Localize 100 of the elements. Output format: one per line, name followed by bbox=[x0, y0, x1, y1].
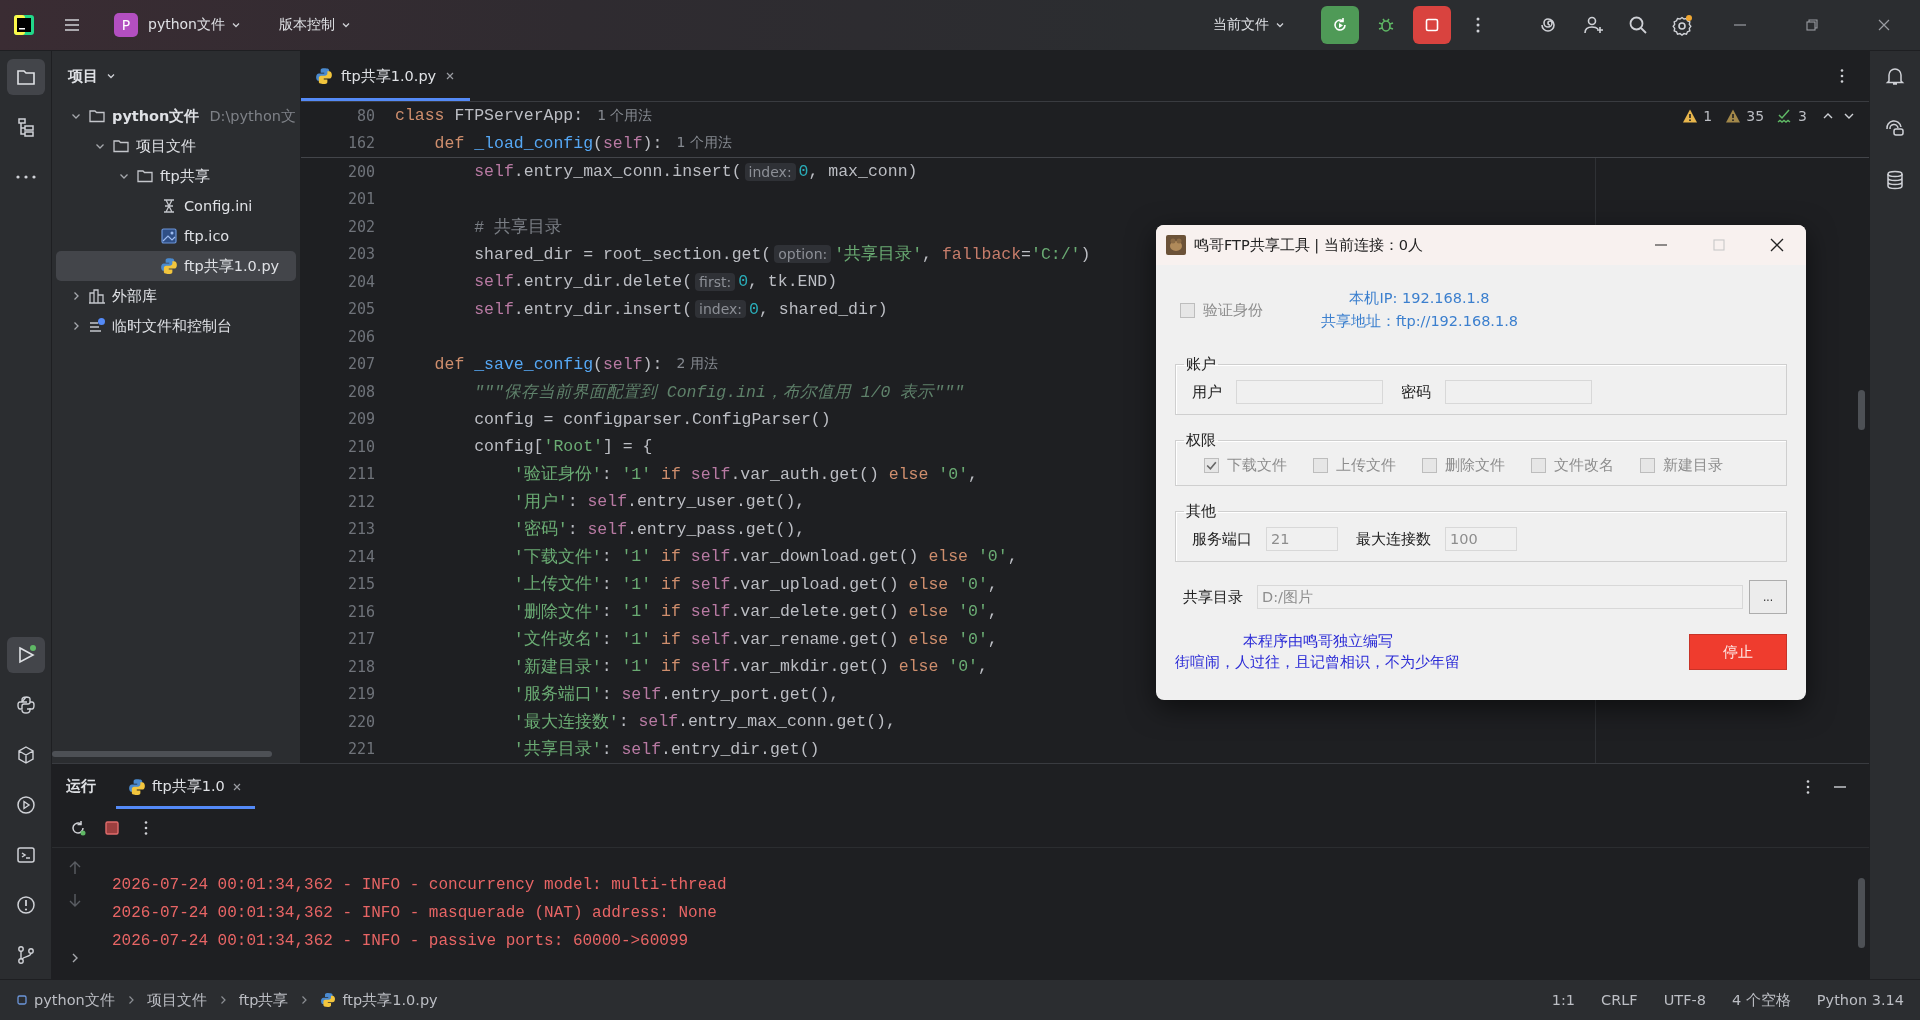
code-line: config = configparser.ConfigParser() bbox=[473, 409, 831, 429]
line-number: 162 bbox=[346, 134, 376, 153]
terminal-icon bbox=[14, 844, 37, 866]
line-number: 202 bbox=[346, 217, 376, 236]
project-switcher[interactable]: P python文件 bbox=[106, 9, 249, 41]
settings-icon[interactable] bbox=[1671, 14, 1693, 36]
code-line: self.entry_max_conn.insert( index: 0, max_conn) bbox=[473, 162, 918, 182]
credit-text: 街喧闹，人过往，且记曾相识，不为少年留 bbox=[1175, 653, 1460, 672]
stop-button[interactable] bbox=[1413, 6, 1451, 44]
tree-item[interactable]: Config.ini bbox=[56, 191, 296, 221]
status-item[interactable]: 4 个空格 bbox=[1732, 990, 1791, 1010]
search-icon[interactable] bbox=[1627, 14, 1649, 36]
module-icon bbox=[16, 994, 28, 1006]
breadcrumb-item[interactable]: ftp共享 bbox=[238, 990, 289, 1010]
python-icon bbox=[160, 257, 178, 275]
checkbox[interactable] bbox=[1640, 458, 1655, 473]
code-line: config['Root'] = { bbox=[473, 437, 653, 457]
tree-item[interactable]: 临时文件和控制台 bbox=[56, 311, 296, 341]
play-circle-icon bbox=[14, 794, 37, 816]
code-line: '密码': self.entry_pass.get(), bbox=[512, 518, 806, 541]
tree-item[interactable]: ftp.ico bbox=[56, 221, 296, 251]
group-title: 其他 bbox=[1185, 502, 1217, 521]
line-number: 214 bbox=[346, 547, 376, 566]
credit-text: 本程序由鸣哥独立编写 bbox=[1242, 632, 1393, 651]
status-item[interactable]: UTF-8 bbox=[1663, 992, 1706, 1008]
line-number: 212 bbox=[346, 492, 376, 511]
bell-icon[interactable] bbox=[1884, 65, 1906, 87]
code-line: '删除文件': '1' if self.var_delete.get() else '0', bbox=[512, 601, 998, 623]
code-line: shared_dir = root_section.get( option: '共享目录', fallback='C:/') bbox=[473, 243, 1091, 266]
line-number: 211 bbox=[346, 465, 376, 484]
breadcrumb-item[interactable]: 项目文件 bbox=[146, 990, 207, 1010]
field-label: 最大连接数 bbox=[1356, 529, 1431, 549]
database-icon[interactable] bbox=[1884, 169, 1906, 191]
vcs-menu[interactable]: 版本控制 bbox=[271, 12, 359, 38]
arrow-down-icon[interactable] bbox=[67, 892, 83, 908]
app-logo[interactable] bbox=[14, 15, 34, 35]
tree-item[interactable]: ftp共享 bbox=[56, 161, 296, 191]
run-config-dropdown[interactable]: 当前文件 bbox=[1205, 12, 1293, 38]
stop-icon[interactable] bbox=[103, 819, 121, 837]
tree-item[interactable]: python文件 D:\python文 bbox=[56, 101, 296, 131]
project-tool-button[interactable] bbox=[6, 59, 45, 95]
code-line: '用户': self.entry_user.get(), bbox=[512, 491, 806, 513]
status-item[interactable]: 1:1 bbox=[1551, 992, 1576, 1008]
code-line: self.entry_dir.delete( first: 0, tk.END) bbox=[473, 272, 838, 292]
checkbox[interactable] bbox=[1531, 458, 1546, 473]
python-icon bbox=[320, 992, 337, 1008]
status-item[interactable]: CRLF bbox=[1601, 992, 1638, 1008]
status-item[interactable]: Python 3.14 bbox=[1816, 992, 1904, 1008]
line-number: 201 bbox=[346, 190, 376, 209]
code-line: '共享目录': self.entry_dir.get() bbox=[512, 738, 820, 761]
add-user-icon[interactable] bbox=[1583, 14, 1605, 36]
group-title: 账户 bbox=[1185, 355, 1217, 374]
breadcrumb-item[interactable]: python文件 bbox=[16, 990, 115, 1010]
line-number: 215 bbox=[346, 575, 376, 594]
checkbox[interactable] bbox=[1313, 458, 1328, 473]
folder-icon bbox=[88, 107, 106, 125]
chevron-icon bbox=[231, 20, 241, 30]
stop-button[interactable]: 停止 bbox=[1689, 634, 1787, 670]
line-number: 221 bbox=[346, 740, 376, 759]
tree-item[interactable]: 项目文件 bbox=[56, 131, 296, 161]
more-icon bbox=[15, 175, 36, 179]
checkbox[interactable] bbox=[1204, 458, 1219, 473]
log-line: 2026-07-24 00:01:34,362 - INFO - masquerade (NAT) address: None bbox=[112, 904, 718, 924]
breadcrumb-item[interactable]: ftp共享1.0.py bbox=[320, 990, 438, 1010]
arrow-up-icon[interactable] bbox=[67, 860, 83, 876]
alert-circle-icon bbox=[14, 894, 37, 916]
rerun-icon[interactable] bbox=[69, 819, 87, 837]
warning-icon[interactable] bbox=[1725, 108, 1742, 124]
code-line: def _save_config(self): 2 用法 bbox=[433, 354, 718, 374]
run-tab[interactable]: ftp共享1.0 bbox=[116, 764, 255, 809]
chevron-icon bbox=[106, 71, 116, 81]
code-line: '上传文件': '1' if self.var_upload.get() else '0', bbox=[512, 573, 998, 596]
scratch-list-icon bbox=[88, 317, 106, 335]
browse-button[interactable]: ... bbox=[1749, 580, 1787, 614]
code-line: # 共享目录 bbox=[473, 216, 563, 238]
code-line: class FTPServerApp: 1 个用法 bbox=[395, 106, 653, 126]
code-line: """保存当前界面配置到 Config.ini，布尔值用 1/0 表示""" bbox=[473, 381, 965, 403]
folder-icon bbox=[136, 167, 154, 185]
python-icon bbox=[128, 777, 146, 796]
warning-icon[interactable] bbox=[1682, 108, 1699, 124]
scrollbar-thumb bbox=[1858, 878, 1865, 948]
chat-icon[interactable] bbox=[1884, 117, 1906, 139]
tree-item[interactable]: 外部库 bbox=[56, 281, 296, 311]
window-title: 鸣哥FTP共享工具 | 当前连接：0人 bbox=[1194, 235, 1423, 255]
run-tool-button[interactable] bbox=[6, 637, 45, 673]
code-line: self.entry_dir.insert( index: 0, shared_dir) bbox=[473, 299, 888, 319]
chevron-icon bbox=[1275, 20, 1285, 30]
line-number: 208 bbox=[346, 382, 376, 401]
scrollbar-thumb bbox=[1858, 390, 1865, 430]
log-line: 2026-07-24 00:01:34,362 - INFO - passive ports: 60000->60099 bbox=[112, 932, 690, 952]
project-view-dropdown[interactable]: 项目 bbox=[62, 65, 122, 87]
tree-item[interactable]: ftp共享1.0.py bbox=[56, 251, 296, 281]
chevron-icon bbox=[341, 20, 351, 30]
line-number: 220 bbox=[346, 712, 376, 731]
address-label: 共享地址：ftp://192.168.1.8 bbox=[1321, 312, 1519, 331]
checkbox[interactable] bbox=[1422, 458, 1437, 473]
rerun-button[interactable] bbox=[1321, 6, 1359, 44]
editor-tab[interactable]: ftp共享1.0.py bbox=[301, 51, 471, 101]
ip-label: 本机IP: 192.168.1.8 bbox=[1349, 289, 1490, 308]
python-outline-icon bbox=[14, 694, 37, 716]
